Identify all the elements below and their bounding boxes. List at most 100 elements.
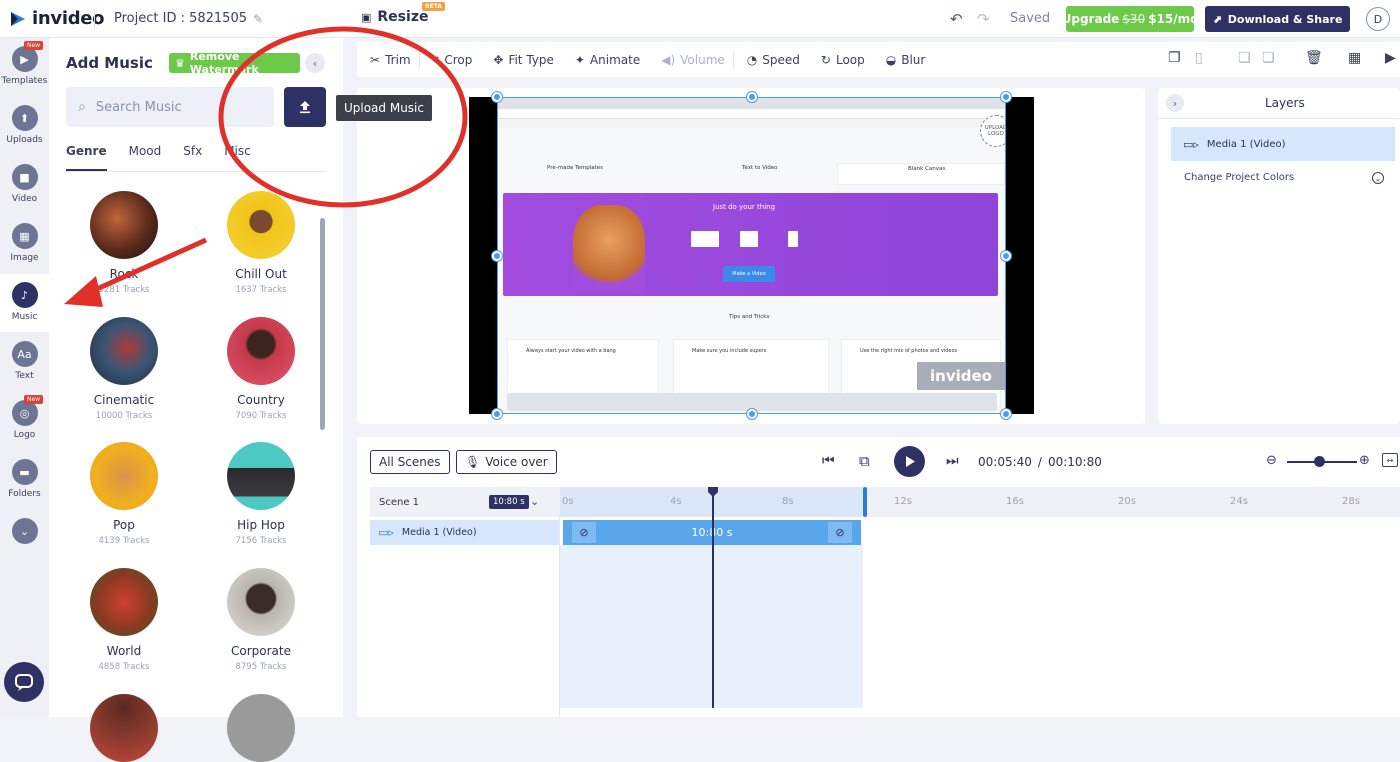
trash-icon[interactable]: 🗑 [1305,50,1323,66]
panel-scrollbar[interactable] [320,218,325,430]
skip-back-icon[interactable]: ⏮ [822,453,835,469]
genre-card-corporate[interactable]: Corporate 8795 Tracks [206,568,316,672]
search-input[interactable] [95,99,246,115]
change-project-colors[interactable]: Change Project Colors ⌄ [1184,172,1384,184]
upgrade-button[interactable]: Upgrade $30 $15/mo [1062,6,1198,32]
resize-handle[interactable] [1001,251,1011,261]
fit-type-button[interactable]: ✥ Fit Type [493,53,554,67]
grid-icon[interactable]: ▦ [1348,50,1361,66]
rail-label: Text [15,371,34,381]
music-icon: ♪ [11,282,38,308]
skip-forward-icon[interactable]: ⏭ [946,453,959,469]
expand-layers-button[interactable]: › [1166,94,1184,112]
layer-item[interactable]: ▭▹ Media 1 (Video) [1171,127,1395,161]
change-colors-label: Change Project Colors [1184,172,1295,183]
loop-button[interactable]: ↻ Loop [821,53,865,67]
rail-item-music[interactable]: ♪ Music [0,274,49,332]
fit-timeline-icon[interactable]: ↔ [1382,453,1398,467]
speed-button[interactable]: ◔ Speed [747,53,800,67]
genre-card-pop[interactable]: Pop 4139 Tracks [69,442,179,546]
rail-item-folders[interactable]: ▬ Folders [0,451,49,509]
loop-label: Loop [835,52,865,67]
genre-card-world[interactable]: World 4858 Tracks [69,568,179,672]
rail-more-button[interactable]: ⌄ [0,510,49,568]
rail-item-templates[interactable]: ▶ Templates New [0,38,49,96]
trim-end-icon[interactable]: ⊘ [828,522,852,543]
rail-label: Folders [8,489,41,499]
fit-icon: ✥ [493,52,504,67]
media-track-label[interactable]: ▭▹ Media 1 (Video) [370,520,560,545]
trim-start-icon[interactable]: ⊘ [572,522,596,543]
ruler-tick: 4s [670,496,682,507]
trim-button[interactable]: ✂ Trim [370,53,411,67]
voice-over-button[interactable]: 🎙 Voice over [456,450,557,474]
play-button[interactable] [894,446,925,477]
total-time: 00:10:80 [1047,455,1102,469]
resize-handle[interactable] [492,251,502,261]
zoom-in-icon[interactable]: ⊕ [1359,453,1370,468]
resize-handle[interactable] [492,409,502,419]
tab-misc[interactable]: Misc [224,144,251,171]
upload-music-button[interactable] [284,87,326,127]
pencil-icon[interactable]: ✎ [253,12,263,26]
undo-icon[interactable]: ↶ [950,10,963,28]
redo-icon[interactable]: ↷ [977,10,990,28]
paste-icon[interactable]: ▯ [1195,50,1203,66]
play-preview-icon[interactable]: ▶ [1385,50,1396,66]
genre-card-partial[interactable] [69,694,179,762]
blur-button[interactable]: ◒ Blur [886,53,926,67]
genre-thumbnail [90,694,158,762]
brand-logo[interactable]: invideo [8,8,105,29]
collapse-panel-button[interactable]: ‹ [305,53,325,73]
resize-handle[interactable] [1001,92,1011,102]
genre-card-rock[interactable]: Rock 5281 Tracks [69,191,179,295]
resize-handle[interactable] [747,92,757,102]
tab-mood[interactable]: Mood [129,144,162,171]
crown-icon: ♛ [175,56,185,70]
download-share-button[interactable]: ⬈ Download & Share [1205,6,1350,32]
top-bar: invideo Project ID : 5821505 ✎ ▣ Resize … [0,0,1400,38]
tab-genre[interactable]: Genre [66,144,107,171]
crop-button[interactable]: ⌗ Crop [433,52,473,67]
tab-sfx[interactable]: Sfx [183,144,202,171]
rail-item-video[interactable]: ■ Video [0,156,49,214]
ungroup-icon[interactable]: ❏ [1262,50,1275,66]
chevron-down-icon[interactable]: ⌄ [530,495,539,508]
share-icon: ⬈ [1212,12,1222,26]
genre-thumbnail [90,191,158,259]
scene-preview-icon[interactable]: ⧉ [859,452,870,470]
resize-handle[interactable] [1001,409,1011,419]
rail-label: Logo [13,430,36,440]
playhead[interactable] [712,487,714,708]
resize-handle[interactable] [492,92,502,102]
playhead-marker-icon[interactable] [707,486,719,498]
scene-end-handle[interactable] [863,487,867,517]
resize-handle[interactable] [747,409,757,419]
group-icon[interactable]: ❑ [1238,50,1251,66]
volume-button[interactable]: ◀) Volume [661,53,725,67]
music-panel: Add Music ♛ Remove Watermark ‹ ⌕ Genre M… [49,38,343,762]
rail-item-text[interactable]: Aa Text [0,333,49,391]
zoom-out-icon[interactable]: ⊖ [1266,453,1277,468]
chat-support-button[interactable] [4,662,44,702]
genre-thumbnail [90,442,158,510]
animate-button[interactable]: ✦ Animate [575,53,640,67]
user-avatar[interactable]: D [1366,7,1390,31]
rail-item-uploads[interactable]: ⬆ Uploads [0,97,49,155]
genre-card-hip-hop[interactable]: Hip Hop 7156 Tracks [206,442,316,546]
genre-track-count: 7156 Tracks [235,536,287,546]
all-scenes-button[interactable]: All Scenes [370,450,450,474]
layer-forward-icon[interactable]: ❐ [1168,50,1181,66]
rail-item-logo[interactable]: ◎ Logo New [0,392,49,450]
remove-watermark-button[interactable]: ♛ Remove Watermark [169,50,300,76]
rail-item-image[interactable]: ▦ Image [0,215,49,273]
genre-card-country[interactable]: Country 7090 Tracks [206,317,316,421]
image-icon: ▦ [11,223,38,249]
resize-button[interactable]: ▣ Resize [361,9,428,25]
genre-card-chill-out[interactable]: Chill Out 1637 Tracks [206,191,316,295]
genre-track-count: 1637 Tracks [235,285,287,295]
genre-card-partial[interactable] [206,694,316,762]
zoom-slider-thumb[interactable] [1314,456,1325,467]
genre-card-cinematic[interactable]: Cinematic 10000 Tracks [69,317,179,421]
volume-label: Volume [680,52,725,67]
